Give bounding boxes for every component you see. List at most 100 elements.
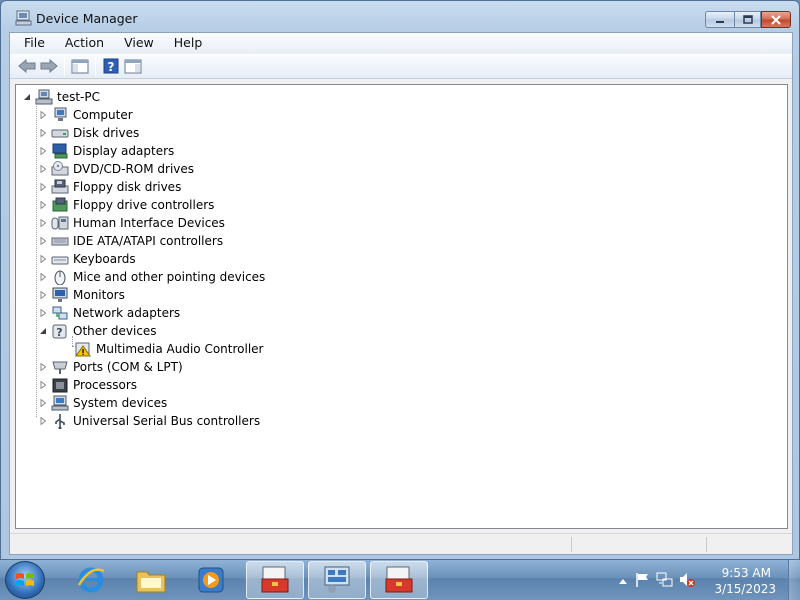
internet-explorer-icon	[77, 567, 105, 593]
status-pane-1	[571, 537, 706, 552]
tree-node[interactable]: IDE ATA/ATAPI controllers	[38, 232, 223, 250]
start-button[interactable]	[5, 561, 45, 599]
tree-node-label: Processors	[73, 378, 138, 392]
windows-logo-icon	[16, 573, 34, 586]
show-hide-console-tree-icon	[71, 59, 89, 73]
tree-node[interactable]: System devices	[38, 394, 167, 412]
hid-icon	[51, 215, 69, 231]
show-hide-console-tree-button[interactable]	[69, 56, 91, 76]
clock-date[interactable]: 3/15/2023	[714, 582, 776, 596]
expand-arrow-icon[interactable]	[38, 362, 48, 372]
tree-node-label: Computer	[73, 108, 133, 122]
expand-arrow-icon[interactable]	[38, 308, 48, 318]
expand-arrow-icon[interactable]	[38, 146, 48, 156]
help-button[interactable]: ?	[100, 56, 122, 76]
tree-node[interactable]: Universal Serial Bus controllers	[38, 412, 260, 430]
tree-child-node[interactable]: Multimedia Audio Controller	[74, 340, 263, 358]
tree-node[interactable]: Network adapters	[38, 304, 180, 322]
restore-icon	[742, 14, 753, 24]
tree-node-label: Keyboards	[73, 252, 136, 266]
processor-icon	[51, 377, 69, 393]
status-pane-2	[706, 537, 792, 552]
warning-device-icon	[74, 341, 92, 357]
device-tree[interactable]: test-PC Computer Disk drives Display adapt…	[15, 84, 788, 529]
taskbar-toolbox-app[interactable]	[246, 561, 304, 599]
expand-arrow-icon[interactable]	[38, 380, 48, 390]
taskbar-internet-explorer[interactable]	[62, 561, 120, 599]
properties-button[interactable]	[122, 56, 144, 76]
expand-arrow-icon[interactable]	[38, 416, 48, 426]
tree-node[interactable]: Human Interface Devices	[38, 214, 225, 232]
minimize-button[interactable]	[705, 11, 734, 28]
ide-controller-icon	[51, 233, 69, 249]
tree-node[interactable]: Floppy drive controllers	[38, 196, 214, 214]
tree-node[interactable]: DVD/CD-ROM drives	[38, 160, 194, 178]
expand-arrow-icon[interactable]	[38, 254, 48, 264]
device-manager-app-icon	[324, 566, 350, 593]
collapse-arrow-icon[interactable]	[38, 326, 48, 336]
show-hidden-icons-arrow[interactable]	[618, 574, 628, 588]
tree-node[interactable]: Keyboards	[38, 250, 136, 268]
tree-node-label: Display adapters	[73, 144, 175, 158]
tree-node[interactable]: Computer	[38, 106, 133, 124]
expand-arrow-icon[interactable]	[38, 290, 48, 300]
collapse-arrow-icon[interactable]	[22, 92, 32, 102]
toolbar-separator	[64, 57, 65, 75]
menu-action[interactable]: Action	[55, 33, 114, 53]
monitor-icon	[51, 287, 69, 303]
display-adapter-icon	[51, 143, 69, 159]
tree-node[interactable]: Processors	[38, 376, 137, 394]
floppy-disk-icon	[51, 179, 69, 195]
menu-help[interactable]: Help	[164, 33, 213, 53]
tree-node-label: IDE ATA/ATAPI controllers	[73, 234, 224, 248]
taskbar-toolbox-app-2[interactable]	[370, 561, 428, 599]
expand-arrow-icon[interactable]	[38, 200, 48, 210]
toolbar-separator-2	[95, 57, 96, 75]
back-button[interactable]	[16, 56, 38, 76]
taskbar-media-player[interactable]	[182, 561, 240, 599]
tree-root-node[interactable]: test-PC	[22, 88, 100, 106]
floppy-controller-icon	[51, 197, 69, 213]
taskbar-windows-explorer[interactable]	[122, 561, 180, 599]
system-tray: 9:53 AM 3/15/2023	[610, 560, 800, 600]
tree-node[interactable]: Display adapters	[38, 142, 174, 160]
show-desktop-button[interactable]	[788, 560, 800, 600]
expand-arrow-icon[interactable]	[38, 272, 48, 282]
tree-node[interactable]: Mice and other pointing devices	[38, 268, 265, 286]
svg-text:?: ?	[108, 60, 115, 74]
expand-arrow-icon[interactable]	[38, 218, 48, 228]
dvd-drive-icon	[51, 161, 69, 177]
tree-node-label: Other devices	[73, 324, 157, 338]
expand-arrow-icon[interactable]	[38, 164, 48, 174]
menu-bar: File Action View Help	[10, 33, 792, 53]
tree-node[interactable]: Floppy disk drives	[38, 178, 181, 196]
expand-arrow-icon[interactable]	[38, 398, 48, 408]
taskbar-device-manager[interactable]	[308, 561, 366, 599]
volume-muted-icon[interactable]	[678, 571, 696, 592]
menu-view[interactable]: View	[114, 33, 164, 53]
clock-time[interactable]: 9:53 AM	[722, 566, 771, 580]
tree-node[interactable]: ? Other devices	[38, 322, 157, 340]
restore-button[interactable]	[734, 11, 761, 28]
tree-node-label: Floppy disk drives	[73, 180, 182, 194]
expand-arrow-icon[interactable]	[38, 110, 48, 120]
keyboard-icon	[51, 251, 69, 267]
expand-arrow-icon[interactable]	[38, 128, 48, 138]
expand-arrow-icon[interactable]	[38, 182, 48, 192]
forward-arrow-icon	[40, 59, 58, 73]
close-icon	[771, 14, 781, 25]
expand-arrow-icon[interactable]	[38, 236, 48, 246]
tree-node[interactable]: Monitors	[38, 286, 125, 304]
menu-file[interactable]: File	[14, 33, 55, 53]
tree-node[interactable]: Disk drives	[38, 124, 139, 142]
tree-node-label: Floppy drive controllers	[73, 198, 215, 212]
mouse-icon	[51, 269, 69, 286]
title-bar[interactable]: Device Manager	[1, 1, 799, 33]
tree-node-label: DVD/CD-ROM drives	[73, 162, 195, 176]
tree-node[interactable]: Ports (COM & LPT)	[38, 358, 183, 376]
action-center-flag-icon[interactable]	[634, 572, 650, 591]
close-button[interactable]	[761, 11, 791, 28]
network-icon[interactable]	[656, 571, 674, 592]
computer-root-icon	[35, 89, 53, 105]
forward-button[interactable]	[38, 56, 60, 76]
